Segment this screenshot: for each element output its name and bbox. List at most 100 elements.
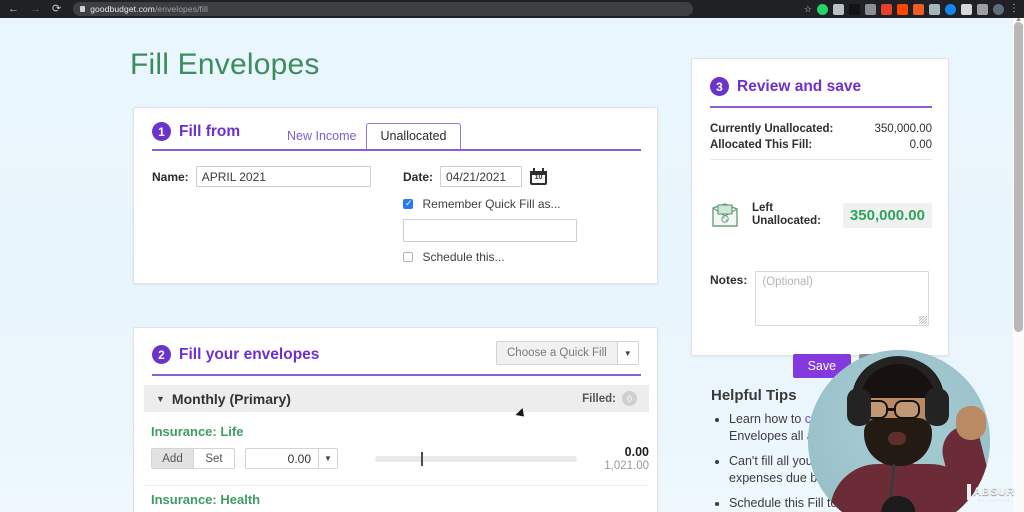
- reload-icon[interactable]: ⟳: [52, 3, 61, 15]
- filled-count-badge: 0: [622, 391, 637, 406]
- envelope-name: Insurance: Life: [151, 424, 244, 439]
- fill-envelopes-header: 2 Fill your envelopes: [152, 345, 319, 364]
- profile-extension-icon[interactable]: [993, 3, 1004, 15]
- forward-icon[interactable]: →: [30, 3, 41, 15]
- amount-input-group[interactable]: 0.00 ▼: [245, 448, 338, 469]
- chevron-down-icon[interactable]: ▼: [156, 394, 165, 404]
- fill-envelopes-divider: [152, 374, 641, 376]
- fill-from-divider: [152, 149, 641, 151]
- add-button[interactable]: Add: [152, 449, 193, 468]
- name-input[interactable]: [195, 166, 371, 187]
- left-unallocated-value: 350,000.00: [842, 202, 932, 228]
- envelope-filled-amount: 0.00: [624, 445, 649, 459]
- summary-divider: [710, 159, 932, 160]
- page-body: Fill Envelopes 1 Fill from New Income Un…: [0, 18, 1024, 512]
- dark-extension-icon[interactable]: [849, 3, 860, 15]
- allocated-this-fill-label: Allocated This Fill:: [710, 139, 813, 151]
- envelope-name: Insurance: Health: [151, 492, 261, 507]
- scrollbar-thumb[interactable]: [1014, 22, 1023, 332]
- watermark-text: ABSUR: [973, 486, 1015, 498]
- envelope-group-name: Monthly (Primary): [171, 390, 291, 407]
- envelope-values: 0.00 1,021.00: [604, 445, 649, 472]
- tab-new-income[interactable]: New Income: [277, 124, 366, 148]
- name-field-row: Name:: [152, 166, 371, 187]
- schedule-this-row: Schedule this...: [403, 250, 505, 264]
- currently-unallocated-label: Currently Unallocated:: [710, 123, 834, 135]
- pocket-extension-icon[interactable]: [913, 3, 924, 15]
- row-divider: [144, 485, 649, 486]
- notes-placeholder: (Optional): [762, 276, 813, 288]
- review-title: Review and save: [737, 77, 862, 95]
- webcam-mouth: [888, 432, 906, 445]
- fill-from-card: 1 Fill from New Income Unallocated Name:…: [133, 107, 658, 284]
- allocated-this-fill-row: Allocated This Fill: 0.00: [710, 139, 932, 151]
- page-scrollbar[interactable]: ▲: [1013, 18, 1024, 512]
- watermark-subtext: MY ADVISOR: [978, 498, 1010, 503]
- left-unallocated-row: Left Unallocated: 350,000.00: [710, 202, 932, 228]
- step-1-badge: 1: [152, 122, 171, 141]
- webcam-headphone-cup-left: [847, 388, 871, 426]
- toolbar-right-icons: ☆ ⋮: [804, 3, 1024, 15]
- browser-nav-buttons: ← → ⟳: [0, 3, 61, 15]
- set-button[interactable]: Set: [193, 449, 234, 468]
- schedule-this-checkbox[interactable]: [403, 252, 413, 262]
- resize-handle-icon[interactable]: [919, 316, 928, 324]
- add-set-toggle[interactable]: Add Set: [151, 448, 235, 469]
- envelope-icon: [710, 202, 740, 228]
- review-header: 3 Review and save: [710, 77, 861, 96]
- chevron-down-icon[interactable]: ▼: [318, 449, 337, 468]
- envelope-group-header[interactable]: ▼ Monthly (Primary) Filled: 0: [144, 385, 649, 412]
- quickfill-name-input[interactable]: [403, 219, 577, 242]
- notes-textarea[interactable]: (Optional): [755, 271, 930, 326]
- bookmark-star-icon[interactable]: ☆: [804, 4, 812, 15]
- webcam-overlay: [808, 350, 990, 512]
- whatsapp-extension-icon[interactable]: [817, 3, 828, 15]
- page-title: Fill Envelopes: [130, 48, 320, 81]
- u-extension-icon[interactable]: [897, 3, 908, 15]
- allocated-this-fill-value: 0.00: [909, 139, 932, 151]
- webcam-hand: [956, 406, 986, 440]
- review-divider: [710, 106, 932, 108]
- fill-from-header: 1 Fill from: [152, 122, 240, 141]
- date-input[interactable]: [440, 166, 523, 187]
- amount-slider[interactable]: [375, 451, 577, 466]
- browser-toolbar: ← → ⟳ goodbudget.com/envelopes/fill ☆ ⋮: [0, 0, 1024, 18]
- back-icon[interactable]: ←: [8, 3, 19, 15]
- webcam-headphone-cup-right: [925, 388, 949, 426]
- tab-unallocated[interactable]: Unallocated: [366, 123, 461, 149]
- review-and-save-card: 3 Review and save Currently Unallocated:…: [691, 58, 949, 378]
- browser-menu-icon[interactable]: ⋮: [1009, 4, 1019, 14]
- left-unallocated-label: Left Unallocated:: [752, 202, 822, 227]
- puzzle-extension-icon[interactable]: [961, 3, 972, 15]
- chevron-down-icon[interactable]: ▼: [616, 342, 638, 364]
- address-bar-text: goodbudget.com/envelopes/fill: [90, 4, 208, 14]
- notes-row: Notes: (Optional): [710, 271, 930, 326]
- remember-quickfill-row: Remember Quick Fill as...: [403, 197, 561, 211]
- currently-unallocated-value: 350,000.00: [874, 123, 932, 135]
- bluesky-extension-icon[interactable]: [945, 3, 956, 15]
- date-field-row: Date: 10: [403, 166, 548, 187]
- notes-label: Notes:: [710, 273, 748, 287]
- quick-fill-value: Choose a Quick Fill: [497, 342, 617, 364]
- webcam-glasses-bridge: [888, 408, 896, 411]
- quick-fill-select[interactable]: Choose a Quick Fill ▼: [496, 341, 639, 365]
- list-extension-icon[interactable]: [977, 3, 988, 15]
- address-bar[interactable]: goodbudget.com/envelopes/fill: [73, 2, 694, 16]
- url-domain: goodbudget.com: [90, 4, 155, 14]
- sheets-extension-icon[interactable]: [881, 3, 892, 15]
- docs-extension-icon[interactable]: [833, 3, 844, 15]
- name-label: Name:: [152, 169, 189, 184]
- slider-thumb[interactable]: [421, 451, 424, 466]
- amount-input[interactable]: 0.00: [246, 449, 318, 468]
- calendar-icon[interactable]: 10: [530, 167, 548, 185]
- watermark-logo: ABSUR MY ADVISOR: [967, 480, 1021, 504]
- search-extension-icon[interactable]: [865, 3, 876, 15]
- site-info-icon[interactable]: [80, 6, 86, 12]
- fill-envelopes-card: 2 Fill your envelopes Choose a Quick Fil…: [133, 327, 658, 512]
- step-3-badge: 3: [710, 77, 729, 96]
- envelope-controls: Add Set 0.00 ▼ 0.00 1,021.00: [151, 445, 649, 472]
- fill-envelopes-title: Fill your envelopes: [179, 345, 320, 363]
- remember-quickfill-checkbox[interactable]: [403, 198, 413, 209]
- drive-extension-icon[interactable]: [929, 3, 940, 15]
- fill-from-title: Fill from: [179, 122, 241, 140]
